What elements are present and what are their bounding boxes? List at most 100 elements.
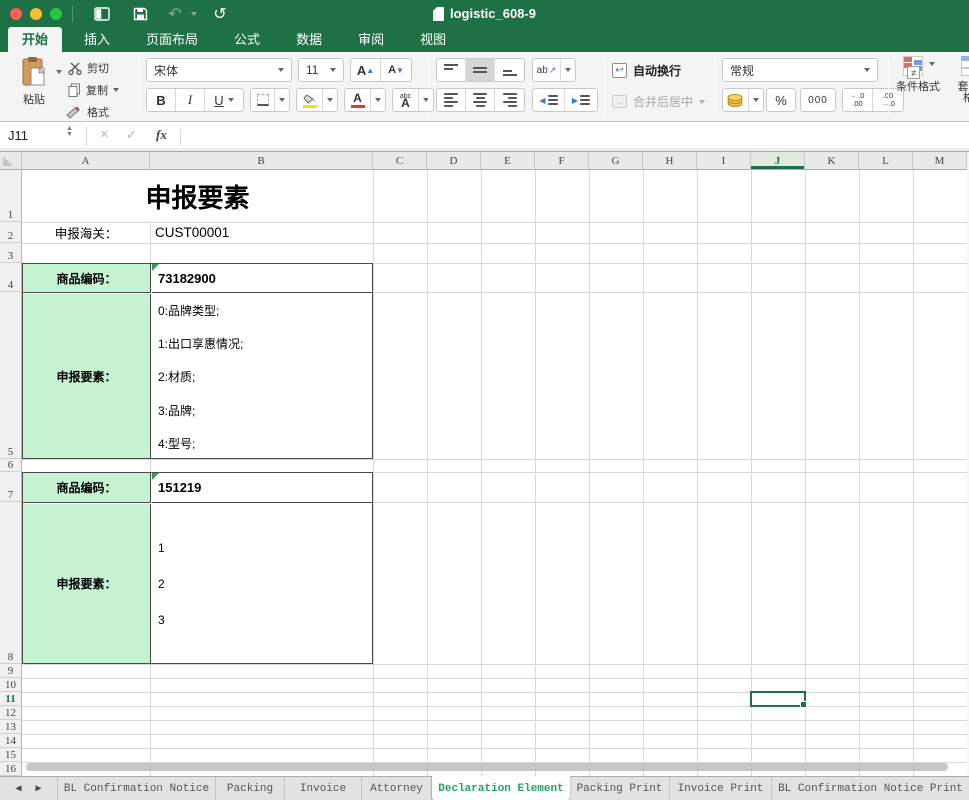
align-top-button[interactable]: [437, 59, 466, 81]
row-header-12[interactable]: 12: [0, 706, 22, 720]
col-header-A[interactable]: A: [22, 152, 150, 170]
row-header-6[interactable]: 6: [0, 459, 22, 472]
select-all-corner[interactable]: [0, 152, 22, 170]
col-header-C[interactable]: C: [373, 152, 427, 170]
code-label-cell-1[interactable]: 商品编码：: [23, 264, 151, 293]
text-orientation-button[interactable]: ab↗: [533, 59, 561, 81]
save-icon[interactable]: [127, 4, 153, 24]
col-header-K[interactable]: K: [805, 152, 859, 170]
align-bottom-button[interactable]: [495, 59, 524, 81]
sheet-tab-invoice-print[interactable]: Invoice Print: [670, 777, 772, 800]
wrap-text-button[interactable]: ↩ 自动换行: [612, 62, 681, 79]
ribbon-tab-data[interactable]: 数据: [282, 27, 336, 52]
col-header-L[interactable]: L: [859, 152, 913, 170]
ribbon-tab-review[interactable]: 审阅: [344, 27, 398, 52]
col-header-J[interactable]: J: [751, 152, 805, 170]
ribbon-tab-insert[interactable]: 插入: [70, 27, 124, 52]
row-header-5[interactable]: 5: [0, 292, 22, 459]
ribbon-tab-page-layout[interactable]: 页面布局: [132, 27, 212, 52]
sheet-tab-packing[interactable]: Packing: [216, 777, 285, 800]
customs-value-cell[interactable]: CUST00001: [151, 223, 372, 242]
elements-label-cell-1[interactable]: 申报要素：: [23, 294, 151, 458]
col-header-D[interactable]: D: [427, 152, 481, 170]
increase-font-button[interactable]: A▲: [351, 59, 381, 81]
row-header-8[interactable]: 8: [0, 502, 22, 664]
col-header-F[interactable]: F: [535, 152, 589, 170]
phonetic-button[interactable]: abc A: [393, 89, 419, 111]
elements-value-cell-2[interactable]: 1 2 3: [152, 504, 372, 663]
currency-button[interactable]: [723, 89, 749, 111]
orientation-caret-icon[interactable]: [561, 59, 575, 81]
row-header-15[interactable]: 15: [0, 748, 22, 762]
align-right-button[interactable]: [495, 89, 524, 111]
undo-caret-icon[interactable]: [191, 12, 197, 16]
copy-caret-icon[interactable]: [113, 88, 119, 92]
paste-caret-icon[interactable]: [56, 70, 62, 74]
formula-input[interactable]: [190, 128, 961, 146]
format-painter-button[interactable]: 格式: [66, 104, 109, 120]
align-left-button[interactable]: [437, 89, 466, 111]
phonetic-caret-icon[interactable]: [419, 89, 433, 111]
increase-decimal-button[interactable]: ←.0.00: [843, 89, 873, 111]
col-header-M[interactable]: M: [913, 152, 967, 170]
name-box[interactable]: J11: [8, 128, 66, 143]
paste-button[interactable]: 粘贴: [10, 56, 58, 107]
font-color-button[interactable]: A: [345, 89, 371, 111]
font-color-caret-icon[interactable]: [371, 89, 385, 111]
italic-button[interactable]: I: [176, 89, 205, 111]
col-header-H[interactable]: H: [643, 152, 697, 170]
customs-label-cell[interactable]: 申报海关：: [23, 223, 149, 242]
underline-button[interactable]: U: [205, 89, 243, 111]
redo-icon[interactable]: ↺: [207, 4, 233, 24]
col-header-G[interactable]: G: [589, 152, 643, 170]
align-center-button[interactable]: [466, 89, 495, 111]
cancel-icon[interactable]: ×: [100, 126, 109, 143]
row-header-2[interactable]: 2: [0, 222, 22, 243]
font-size-select[interactable]: 11: [298, 58, 344, 82]
sheet-tab-attorney[interactable]: Attorney: [362, 777, 432, 800]
toggle-ribbon-icon[interactable]: [89, 4, 115, 24]
row-header-16[interactable]: 16: [0, 762, 22, 776]
borders-caret-icon[interactable]: [275, 89, 289, 111]
code-value-cell-2[interactable]: 151219: [152, 473, 372, 503]
name-box-spinner[interactable]: ▲▼: [66, 126, 73, 138]
next-sheet-icon[interactable]: ▶: [36, 783, 42, 795]
horizontal-scrollbar[interactable]: [26, 763, 948, 771]
row-header-1[interactable]: 1: [0, 170, 22, 222]
row-header-11[interactable]: 11: [0, 692, 22, 706]
close-button[interactable]: [10, 8, 22, 20]
decrease-font-button[interactable]: A▼: [381, 59, 411, 81]
font-name-select[interactable]: 宋体: [146, 58, 292, 82]
col-header-B[interactable]: B: [150, 152, 373, 170]
code-value-cell-1[interactable]: 73182900: [152, 264, 372, 293]
fill-color-button[interactable]: [297, 89, 323, 111]
zoom-button[interactable]: [50, 8, 62, 20]
row-header-4[interactable]: 4: [0, 263, 22, 292]
sheet-tab-bl-confirmation-notice-print[interactable]: BL Confirmation Notice Print: [772, 777, 969, 800]
prev-sheet-icon[interactable]: ◀: [15, 783, 21, 795]
increase-indent-button[interactable]: ▶: [565, 89, 597, 111]
currency-caret-icon[interactable]: [749, 89, 763, 111]
sheet-tab-bl-confirmation-notice[interactable]: BL Confirmation Notice: [58, 777, 216, 800]
borders-button[interactable]: [251, 89, 275, 111]
number-format-select[interactable]: 常规: [722, 58, 878, 82]
align-middle-button[interactable]: [466, 59, 495, 81]
elements-value-cell-1[interactable]: 0:品牌类型; 1:出口享惠情况; 2:材质; 3:品牌; 4:型号;: [152, 294, 372, 458]
sheet-tab-invoice[interactable]: Invoice: [285, 777, 362, 800]
code-label-cell-2[interactable]: 商品编码：: [23, 473, 151, 503]
enter-icon[interactable]: ✓: [126, 127, 137, 143]
row-header-9[interactable]: 9: [0, 664, 22, 678]
col-header-I[interactable]: I: [697, 152, 751, 170]
ribbon-tab-view[interactable]: 视图: [406, 27, 460, 52]
fill-color-caret-icon[interactable]: [323, 89, 337, 111]
format-as-table-button[interactable]: 套用表 格式: [946, 56, 969, 104]
comma-style-button[interactable]: 000: [800, 88, 836, 112]
sheet-tab-packing-print[interactable]: Packing Print: [570, 777, 670, 800]
minimize-button[interactable]: [30, 8, 42, 20]
ribbon-tab-formulas[interactable]: 公式: [220, 27, 274, 52]
col-header-E[interactable]: E: [481, 152, 535, 170]
conditional-format-button[interactable]: ≠ 条件格式: [894, 56, 942, 94]
copy-button[interactable]: 复制: [68, 82, 119, 98]
bold-button[interactable]: B: [147, 89, 176, 111]
row-header-7[interactable]: 7: [0, 472, 22, 502]
